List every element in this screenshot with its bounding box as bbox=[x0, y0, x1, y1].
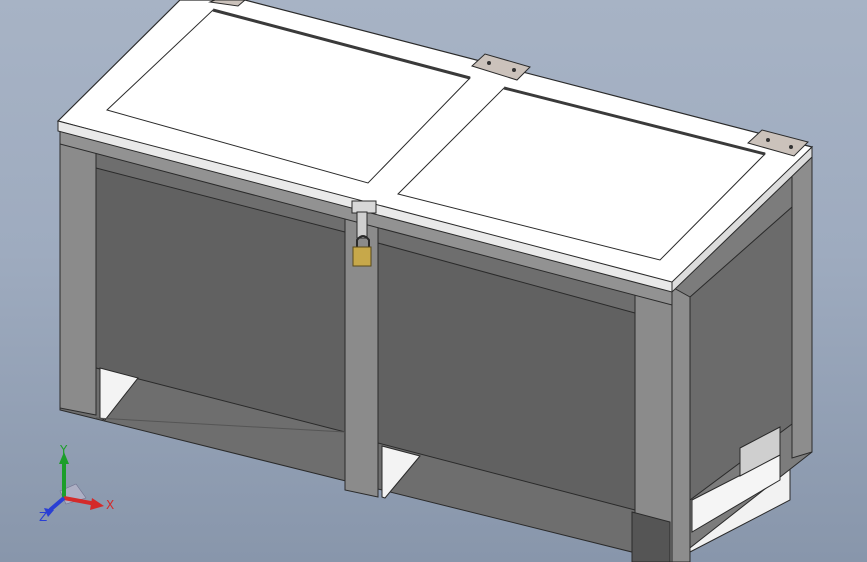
hinge-center-screw bbox=[487, 61, 491, 65]
hinge-right-screw bbox=[766, 138, 770, 142]
hasp-strap bbox=[356, 211, 368, 239]
hinge-right-screw bbox=[789, 145, 793, 149]
hasp-plate bbox=[351, 200, 377, 214]
right-side-frame-post bbox=[671, 286, 691, 562]
padlock-body[interactable] bbox=[352, 246, 372, 267]
right-side-rear-post bbox=[791, 150, 813, 459]
cad-graphics-viewport[interactable]: Y X Z bbox=[0, 0, 867, 562]
triad-y-label: Y bbox=[59, 444, 68, 457]
coordinate-triad[interactable]: Y X Z bbox=[30, 444, 120, 524]
triad-z-label: Z bbox=[39, 510, 47, 524]
triad-x-arrowhead bbox=[90, 498, 104, 510]
triad-z-axis bbox=[48, 496, 66, 512]
front-left-post bbox=[59, 125, 97, 416]
crate-model[interactable] bbox=[0, 0, 867, 562]
hinge-center-screw bbox=[512, 68, 516, 72]
triad-x-label: X bbox=[106, 498, 114, 512]
